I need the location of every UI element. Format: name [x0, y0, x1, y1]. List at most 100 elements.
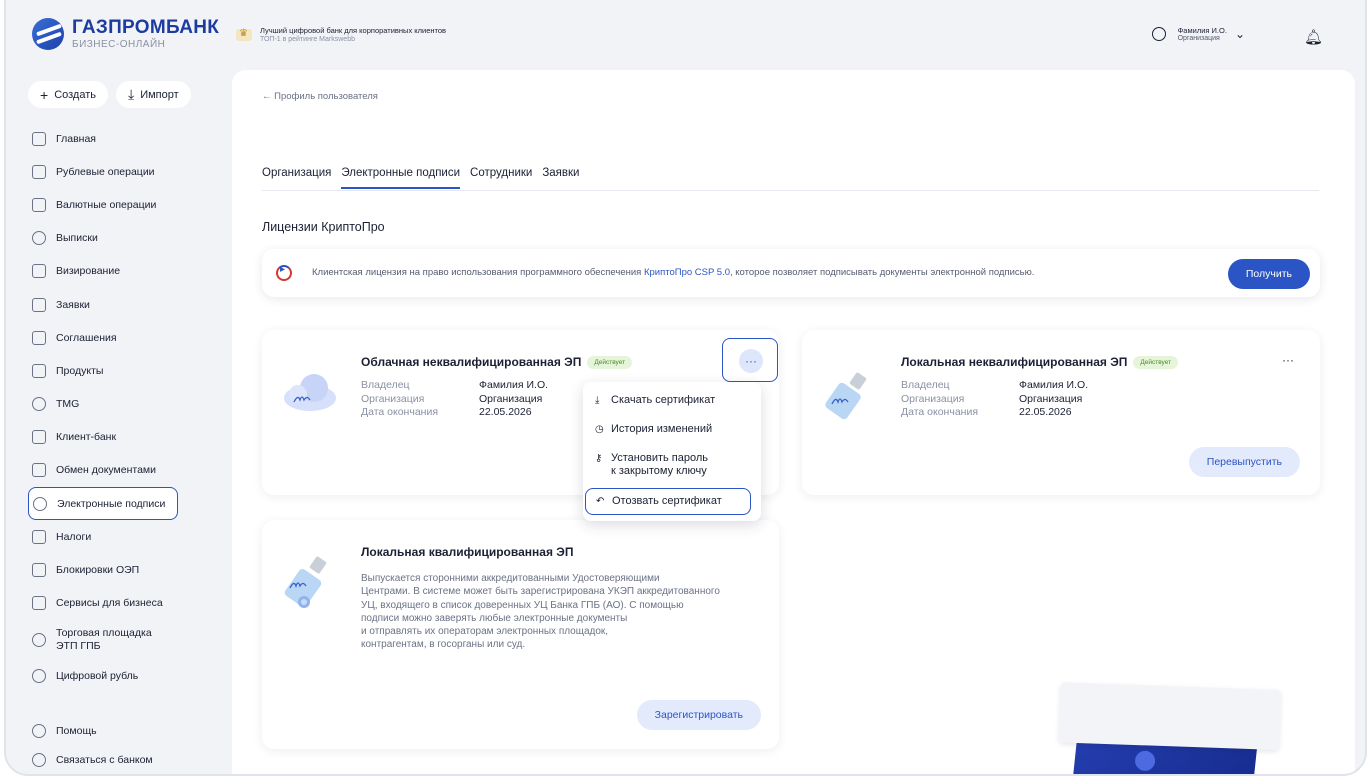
sidebar-item-ruble-operations[interactable]: Рублевые операции: [28, 155, 224, 188]
expiry-date-value: 22.05.2026: [1019, 406, 1072, 418]
bell-icon[interactable]: 🔔︎: [1304, 28, 1323, 46]
sidebar-item-digital-ruble[interactable]: Цифровой рубль: [28, 660, 224, 693]
user-menu[interactable]: Фамилия И.О. Организация ⌄: [1151, 26, 1245, 42]
register-button[interactable]: Зарегистрировать: [636, 700, 761, 730]
digital-ruble-icon: [32, 669, 46, 684]
sidebar-item-home[interactable]: Главная: [28, 122, 224, 155]
menu-item-revoke-certificate[interactable]: ↶ Отозвать сертификат: [585, 488, 751, 515]
logo[interactable]: ГАЗПРОМБАНК БИЗНЕС-ОНЛАЙН: [32, 18, 219, 50]
menu-item-set-password[interactable]: ⚷ Установить пароль к закрытому ключу: [583, 446, 761, 484]
promo-banner[interactable]: Лучший цифровой банк для корпоративных к…: [236, 26, 446, 43]
sidebar-item-label: Электронные подписи: [57, 497, 166, 510]
reissue-button[interactable]: Перевыпустить: [1188, 447, 1300, 477]
sidebar-item-statements[interactable]: Выписки: [28, 222, 224, 255]
sidebar-item-trading-platform[interactable]: Торговая площадка ЭТП ГПБ: [28, 620, 224, 660]
sidebar-item-label: Главная: [56, 132, 96, 145]
tab-organization[interactable]: Организация: [262, 167, 331, 189]
sidebar-item-taxes[interactable]: Налоги: [28, 520, 224, 553]
main-content: ← Профиль пользователя Организация Элект…: [232, 70, 1355, 774]
sidebar-item-e-signatures[interactable]: Электронные подписи: [28, 487, 178, 521]
menu-item-label-line2: к закрытому ключу: [611, 465, 707, 477]
card-options-menu: ⤓ Скачать сертификат ◷ История изменений ⚷…: [583, 382, 761, 521]
sidebar-item-currency-operations[interactable]: Валютные операции: [28, 188, 224, 221]
more-options-button[interactable]: ···: [1276, 348, 1300, 372]
sidebar-item-label: Цифровой рубль: [56, 670, 139, 683]
promo-title: Лучший цифровой банк для корпоративных к…: [260, 26, 447, 35]
promo-subtitle: ТОП-1 в рейтинге Markswebb: [260, 36, 355, 43]
owner-label: Владелец: [901, 379, 950, 391]
description-line: УЦ, входящего в список доверенных УЦ Бан…: [361, 599, 684, 611]
help-icon: [32, 724, 46, 738]
expiry-date-label: Дата окончания: [361, 406, 439, 418]
sidebar-item-label: Визирование: [56, 265, 121, 278]
organization-label: Организация: [361, 392, 425, 405]
get-license-button[interactable]: Получить: [1227, 259, 1310, 289]
menu-item-label: Скачать сертификат: [611, 394, 716, 406]
usb-token-icon: [825, 372, 867, 420]
tmg-icon: [32, 397, 46, 412]
approval-icon: [32, 264, 46, 279]
menu-item-change-history[interactable]: ◷ История изменений: [583, 417, 761, 442]
card-details: Владелец Фамилия И.О. Организация Организа…: [361, 379, 548, 420]
back-link[interactable]: ← Профиль пользователя: [262, 91, 378, 102]
services-icon: [32, 596, 46, 611]
card-title: Локальная неквалифицированная ЭП Действу…: [901, 355, 1179, 369]
owner-label: Владелец: [361, 379, 410, 391]
license-text-before: Клиентская лицензия на право использован…: [312, 267, 644, 278]
sidebar-item-tmg[interactable]: TMG: [28, 388, 224, 421]
bank-icon: [32, 430, 46, 445]
sidebar-item-agreements[interactable]: Соглашения: [28, 321, 224, 354]
signature-icon: [33, 496, 47, 511]
license-text-after: , которое позволяет подписывать документ…: [730, 267, 1035, 278]
create-button[interactable]: + Создать: [28, 81, 108, 108]
sidebar-item-label: Соглашения: [56, 331, 117, 344]
brand-name: ГАЗПРОМБАНК: [72, 17, 220, 38]
tab-requests[interactable]: Заявки: [542, 167, 579, 189]
expiry-date-value: 22.05.2026: [479, 406, 532, 418]
sidebar-item-blocks[interactable]: Блокировки ОЭП: [28, 553, 224, 586]
undo-icon: ↶: [596, 496, 605, 507]
sidebar-item-label: Заявки: [56, 298, 90, 311]
chevron-down-icon[interactable]: ⌄: [1235, 27, 1245, 41]
sidebar-item-label: Валютные операции: [56, 198, 157, 211]
currency-document-icon: [32, 197, 46, 212]
import-button[interactable]: ⤓ Импорт: [116, 81, 191, 108]
local-signature-card: Локальная неквалифицированная ЭП Действу…: [802, 330, 1320, 495]
sidebar-item-client-bank[interactable]: Клиент-банк: [28, 421, 224, 454]
usb-token-certificate-icon: [284, 556, 327, 608]
sidebar-item-label-line2: ЭТП ГПБ: [56, 639, 101, 652]
sidebar-item-business-services[interactable]: Сервисы для бизнеса: [28, 587, 224, 620]
sidebar-item-requests[interactable]: Заявки: [28, 288, 224, 321]
cryptopro-icon: [276, 264, 292, 281]
tabs-divider: [262, 190, 1319, 191]
plus-icon: +: [40, 86, 49, 103]
sidebar-item-approval[interactable]: Визирование: [28, 255, 224, 288]
sidebar-item-products[interactable]: Продукты: [28, 354, 224, 387]
user-icon: [1151, 27, 1166, 41]
cryptopro-link[interactable]: КриптоПро CSP 5.0: [644, 267, 730, 278]
description-line: подписи можно заверять любые электронные…: [361, 612, 628, 624]
card-title: Локальная квалифицированная ЭП: [361, 545, 574, 559]
sidebar-item-label: Сервисы для бизнеса: [56, 597, 163, 610]
more-options-button[interactable]: ···: [739, 349, 763, 373]
sidebar-item-label: Обмен документами: [56, 464, 157, 477]
sidebar-item-label: Клиент-банк: [56, 431, 117, 444]
status-badge: Действует: [1133, 355, 1179, 369]
create-label: Создать: [54, 88, 96, 101]
requests-icon: [32, 297, 46, 312]
sidebar-item-help[interactable]: Помощь: [32, 720, 222, 742]
sidebar-item-document-exchange[interactable]: Обмен документами: [28, 454, 224, 487]
tab-e-signatures[interactable]: Электронные подписи: [341, 167, 461, 189]
menu-item-label: Установить пароль: [611, 452, 709, 464]
sidebar-item-label: Блокировки ОЭП: [56, 564, 140, 577]
description-line: контрагентам, в госорганы или суд.: [361, 639, 526, 651]
download-icon: ⤓: [595, 395, 600, 406]
crown-icon: [236, 28, 252, 41]
sidebar-item-contact-bank[interactable]: Связаться с банком: [32, 742, 222, 774]
header: Лучший цифровой банк для корпоративных к…: [230, 0, 1365, 60]
taxes-icon: [32, 529, 46, 544]
tab-employees[interactable]: Сотрудники: [470, 167, 532, 189]
logo-icon: [32, 18, 64, 50]
agreements-icon: [32, 330, 46, 345]
menu-item-download-certificate[interactable]: ⤓ Скачать сертификат: [583, 388, 761, 413]
